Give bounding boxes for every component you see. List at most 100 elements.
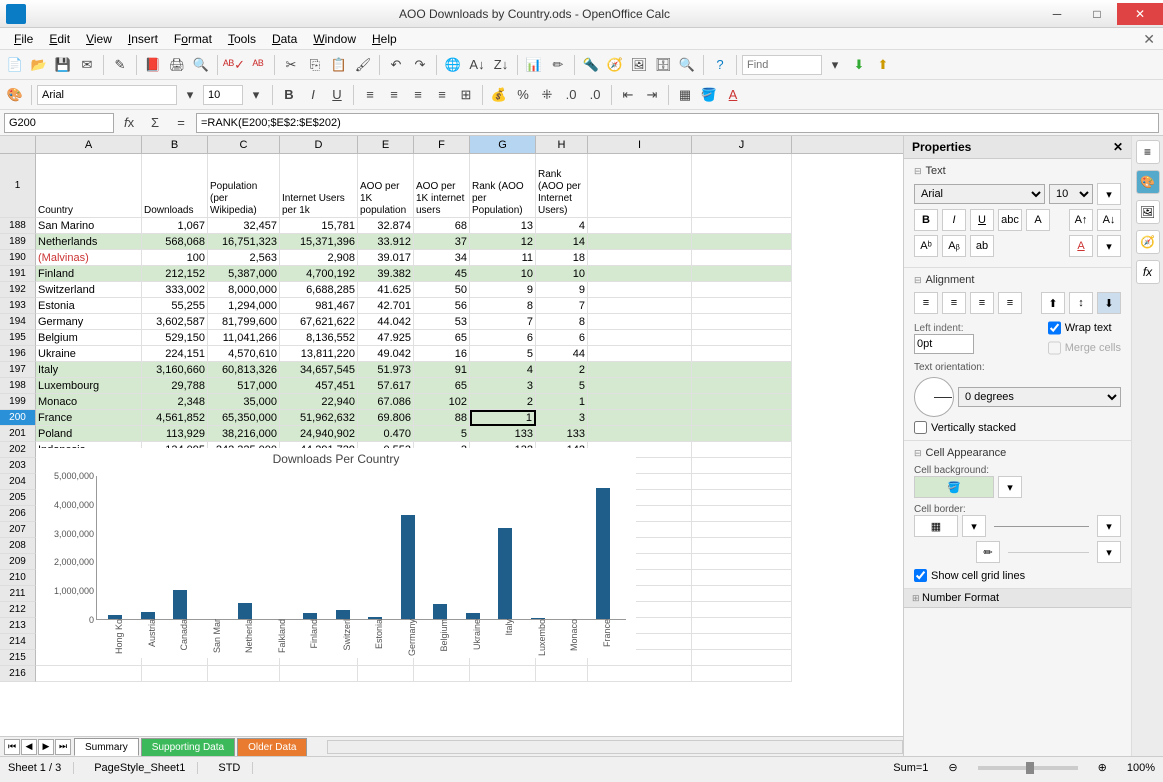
cell[interactable]: 529,150 <box>142 330 208 346</box>
cell[interactable]: 56 <box>414 298 470 314</box>
sidebar-font-color-button[interactable]: A <box>1069 235 1093 257</box>
find-dropdown-button[interactable]: ▾ <box>824 54 846 76</box>
cell[interactable]: 22,940 <box>280 394 358 410</box>
autospell-button[interactable]: ᴬᴮ <box>247 54 269 76</box>
cell[interactable]: 4 <box>536 218 588 234</box>
sidebar-valign-middle[interactable]: ↕ <box>1069 292 1093 314</box>
cell[interactable]: 8,136,552 <box>280 330 358 346</box>
cell[interactable]: 981,467 <box>280 298 358 314</box>
cell[interactable]: 11 <box>470 250 536 266</box>
select-all-corner[interactable] <box>0 136 36 153</box>
left-indent-input[interactable] <box>914 334 974 354</box>
sidebar-italic-button[interactable]: I <box>942 209 966 231</box>
row-header[interactable]: 190 <box>0 250 36 266</box>
cell[interactable]: 67.086 <box>358 394 414 410</box>
cell[interactable] <box>692 490 792 506</box>
cell[interactable]: 39.382 <box>358 266 414 282</box>
cell[interactable]: 8 <box>470 298 536 314</box>
borders-button[interactable]: ▦ <box>674 84 696 106</box>
maximize-button[interactable]: □ <box>1077 3 1117 25</box>
cell[interactable]: 42.701 <box>358 298 414 314</box>
sidebar-valign-top[interactable]: ⬆ <box>1041 292 1065 314</box>
cell[interactable]: 34 <box>414 250 470 266</box>
cell[interactable] <box>692 266 792 282</box>
sidebar-font-size[interactable]: 10 <box>1049 184 1093 204</box>
row-header[interactable]: 206 <box>0 506 36 522</box>
row-header[interactable]: 209 <box>0 554 36 570</box>
function-button[interactable]: = <box>170 112 192 134</box>
cell[interactable]: 34,657,545 <box>280 362 358 378</box>
cell[interactable]: 2,563 <box>208 250 280 266</box>
show-gridlines-checkbox[interactable]: Show cell grid lines <box>914 569 1121 582</box>
column-header-E[interactable]: E <box>358 136 414 153</box>
cell[interactable]: Belgium <box>36 330 142 346</box>
cell[interactable]: 3 <box>470 378 536 394</box>
cell[interactable]: 3 <box>536 410 588 426</box>
cell[interactable]: 47.925 <box>358 330 414 346</box>
edit-button[interactable]: ✎ <box>109 54 131 76</box>
cell[interactable]: 51,962,632 <box>280 410 358 426</box>
cell[interactable]: 5 <box>414 426 470 442</box>
cell[interactable]: 1,294,000 <box>208 298 280 314</box>
zoom-out-icon[interactable]: ⊖ <box>948 761 957 774</box>
column-header-G[interactable]: G <box>470 136 536 153</box>
cell[interactable]: 2,908 <box>280 250 358 266</box>
cell[interactable] <box>692 634 792 650</box>
row-header[interactable]: 195 <box>0 330 36 346</box>
cell[interactable]: 49.042 <box>358 346 414 362</box>
cell[interactable]: 3,160,660 <box>142 362 208 378</box>
sum-button[interactable]: Σ <box>144 112 166 134</box>
cell-bg-picker[interactable]: 🪣 <box>914 476 994 498</box>
menu-data[interactable]: Data <box>264 30 305 48</box>
cell[interactable] <box>692 410 792 426</box>
menu-tools[interactable]: Tools <box>220 30 264 48</box>
new-button[interactable]: 📄 <box>4 54 26 76</box>
cell[interactable]: Rank (AOO per Internet Users) <box>536 154 588 218</box>
cell[interactable]: Finland <box>36 266 142 282</box>
sheet-tab[interactable]: Older Data <box>237 738 307 756</box>
sidebar-font-more-button[interactable]: ▾ <box>1097 183 1121 205</box>
row-header[interactable]: 215 <box>0 650 36 666</box>
cell[interactable] <box>692 378 792 394</box>
cell[interactable] <box>692 602 792 618</box>
spellcheck-button[interactable]: ᴬᴮ✓ <box>223 54 245 76</box>
cell[interactable]: Ukraine <box>36 346 142 362</box>
find-prev-button[interactable]: ⬆ <box>872 54 894 76</box>
column-header-B[interactable]: B <box>142 136 208 153</box>
cell[interactable]: Rank (AOO per Population) <box>470 154 536 218</box>
cell[interactable]: 1 <box>470 410 536 426</box>
cell[interactable]: 4,561,852 <box>142 410 208 426</box>
cell-bg-dropdown[interactable]: ▾ <box>998 476 1022 498</box>
cell[interactable] <box>692 362 792 378</box>
cell[interactable]: 5,387,000 <box>208 266 280 282</box>
cell[interactable] <box>692 250 792 266</box>
sidebar-align-center[interactable]: ≡ <box>942 292 966 314</box>
cell[interactable]: 517,000 <box>208 378 280 394</box>
formula-input[interactable] <box>196 113 1159 133</box>
sidebar-align-left[interactable]: ≡ <box>914 292 938 314</box>
sort-asc-button[interactable]: A↓ <box>466 54 488 76</box>
cell[interactable] <box>692 426 792 442</box>
merge-cells-button[interactable]: ⊞ <box>455 84 477 106</box>
cell[interactable]: 333,002 <box>142 282 208 298</box>
row-header[interactable]: 201 <box>0 426 36 442</box>
cell[interactable]: 12 <box>470 234 536 250</box>
paste-button[interactable]: 📋 <box>328 54 350 76</box>
sidebar-valign-bottom[interactable]: ⬇ <box>1097 292 1121 314</box>
underline-button[interactable]: U <box>326 84 348 106</box>
cell[interactable] <box>588 362 692 378</box>
cell[interactable]: 81,799,600 <box>208 314 280 330</box>
cell[interactable]: AOO per 1K internet users <box>414 154 470 218</box>
cell[interactable] <box>692 314 792 330</box>
sidebar-tab-gallery[interactable]: 🖼 <box>1136 200 1160 224</box>
font-color-button[interactable]: A <box>722 84 744 106</box>
cell[interactable] <box>692 394 792 410</box>
cell[interactable]: 6 <box>470 330 536 346</box>
cell[interactable]: 8,000,000 <box>208 282 280 298</box>
row-header[interactable]: 200 <box>0 410 36 426</box>
minimize-button[interactable]: ─ <box>1037 3 1077 25</box>
cell[interactable] <box>692 586 792 602</box>
border-color-dropdown[interactable]: ▾ <box>1097 541 1121 563</box>
add-decimal-button[interactable]: .0 <box>560 84 582 106</box>
merge-cells-checkbox[interactable]: Merge cells <box>1048 338 1121 358</box>
